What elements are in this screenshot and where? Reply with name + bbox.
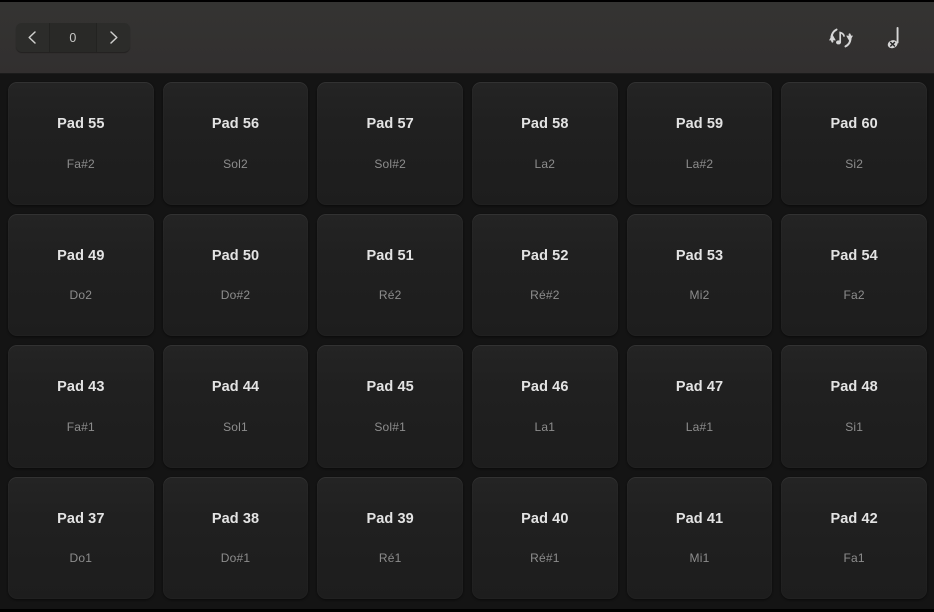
pad-button[interactable]: Pad 59 La#2: [626, 82, 773, 205]
pad-button[interactable]: Pad 58 La2: [472, 82, 618, 205]
pad-button[interactable]: Pad 48 Si1: [781, 345, 927, 468]
chevron-left-icon: [26, 30, 39, 45]
pad-label: Pad 50: [211, 247, 260, 264]
pad-note-label: Ré2: [378, 288, 402, 302]
pad-button[interactable]: Pad 56 Sol2: [162, 82, 309, 205]
pad-label: Pad 52: [521, 247, 569, 264]
pad-note-label: Ré#2: [530, 288, 560, 302]
stepper-next-button[interactable]: [96, 23, 130, 52]
pad-label: Pad 51: [366, 247, 414, 264]
pad-label: Pad 44: [211, 379, 260, 395]
pad-note-label: La1: [534, 419, 556, 434]
pad-note-label: Fa2: [843, 288, 865, 302]
stepper-value[interactable]: 0: [50, 23, 96, 52]
pad-label: Pad 42: [830, 510, 878, 527]
pad-button[interactable]: Pad 47 La#1: [626, 345, 773, 468]
stepper-prev-button[interactable]: [16, 23, 50, 52]
pad-note-label: Fa#1: [66, 419, 95, 434]
pad-label: Pad 43: [57, 379, 105, 395]
bank-stepper[interactable]: 0: [16, 23, 130, 52]
pad-label: Pad 59: [675, 116, 724, 132]
pad-label: Pad 60: [830, 116, 878, 132]
pad-button[interactable]: Pad 39 Ré1: [317, 476, 463, 599]
pad-note-label: Ré#1: [530, 551, 560, 565]
pad-note-label: Sol#2: [374, 156, 407, 171]
pad-button[interactable]: Pad 51 Ré2: [317, 213, 463, 336]
pad-note-label: Do2: [69, 288, 93, 302]
pad-label: Pad 58: [521, 116, 569, 132]
pad-button[interactable]: Pad 42 Fa1: [781, 476, 927, 599]
pad-label: Pad 37: [57, 510, 105, 527]
pad-note-label: La#1: [685, 419, 714, 434]
pad-note-label: Ré1: [378, 551, 402, 565]
pad-label: Pad 53: [675, 247, 724, 264]
pad-label: Pad 38: [211, 510, 260, 527]
pad-label: Pad 54: [830, 247, 878, 264]
pad-note-label: Si2: [845, 156, 864, 171]
pad-button[interactable]: Pad 57 Sol#2: [317, 82, 463, 205]
pad-note-label: Do#1: [220, 551, 251, 565]
pad-button[interactable]: Pad 53 Mi2: [626, 213, 773, 336]
pad-button[interactable]: Pad 55 Fa#2: [8, 82, 154, 205]
pad-note-label: La#2: [685, 156, 714, 171]
chevron-right-icon: [107, 30, 120, 45]
note-repeat-button[interactable]: [824, 21, 858, 55]
pad-note-label: Do1: [69, 551, 93, 565]
pad-button[interactable]: Pad 41 Mi1: [626, 476, 773, 599]
pad-button[interactable]: Pad 43 Fa#1: [8, 345, 154, 468]
pad-note-label: Sol#1: [374, 419, 407, 434]
pad-label: Pad 57: [366, 116, 414, 132]
pad-grid-area: Pad 55 Fa#2 Pad 56 Sol2 Pad 57 Sol#2 Pad 58 La2…: [0, 74, 934, 609]
note-off-icon: [883, 23, 907, 53]
pad-label: Pad 39: [366, 510, 414, 527]
toolbar: 0: [0, 2, 934, 74]
pad-button[interactable]: Pad 38 Do#1: [162, 476, 309, 599]
pad-label: Pad 49: [57, 247, 105, 264]
pad-button[interactable]: Pad 46 La1: [472, 345, 618, 468]
note-repeat-icon: [826, 24, 856, 52]
pad-label: Pad 48: [830, 379, 878, 395]
pad-grid: Pad 55 Fa#2 Pad 56 Sol2 Pad 57 Sol#2 Pad 58 La2…: [8, 82, 927, 599]
pad-button[interactable]: Pad 54 Fa2: [781, 213, 927, 336]
pad-button[interactable]: Pad 52 Ré#2: [472, 213, 618, 336]
pad-button[interactable]: Pad 37 Do1: [8, 476, 154, 599]
pad-label: Pad 47: [675, 379, 724, 395]
pad-label: Pad 41: [675, 510, 724, 527]
pad-label: Pad 56: [211, 116, 260, 132]
pad-controller-window: 0 Pad 55 Fa#2 Pad 56 Sol2 Pad 57 Sol#2 P…: [0, 0, 934, 612]
toolbar-icon-group: [824, 21, 920, 55]
pad-note-label: Fa1: [843, 551, 865, 565]
pad-note-label: Sol2: [223, 156, 248, 171]
pad-note-label: Mi2: [689, 288, 710, 302]
pad-button[interactable]: Pad 40 Ré#1: [472, 476, 618, 599]
pad-label: Pad 40: [521, 510, 569, 527]
pad-note-label: Mi1: [689, 551, 710, 565]
pad-note-label: Sol1: [223, 419, 248, 434]
pad-button[interactable]: Pad 44 Sol1: [162, 345, 309, 468]
pad-note-label: Fa#2: [66, 156, 95, 171]
pad-button[interactable]: Pad 60 Si2: [781, 82, 927, 205]
pad-note-label: Si1: [845, 419, 864, 434]
pad-button[interactable]: Pad 50 Do#2: [162, 213, 309, 336]
pad-note-label: La2: [534, 156, 556, 171]
pad-button[interactable]: Pad 45 Sol#1: [317, 345, 463, 468]
pad-label: Pad 55: [57, 116, 105, 132]
pad-button[interactable]: Pad 49 Do2: [8, 213, 154, 336]
note-off-button[interactable]: [878, 21, 912, 55]
pad-label: Pad 45: [366, 379, 414, 395]
pad-label: Pad 46: [521, 379, 569, 395]
pad-note-label: Do#2: [220, 288, 251, 302]
